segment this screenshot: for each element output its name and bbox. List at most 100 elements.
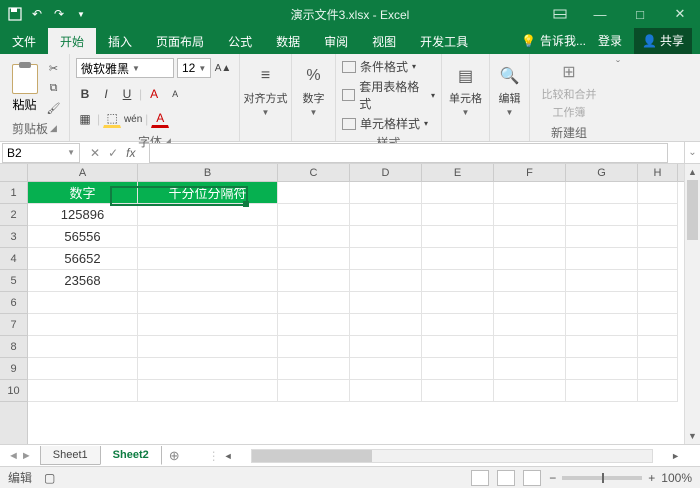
row-header-8[interactable]: 8 <box>0 336 27 358</box>
number-format-button[interactable]: %数字▼ <box>293 62 335 119</box>
row-header-7[interactable]: 7 <box>0 314 27 336</box>
conditional-format-button[interactable]: 条件格式 ▾ <box>342 58 435 75</box>
cell-F6[interactable] <box>494 292 566 314</box>
format-table-button[interactable]: 套用表格格式 ▾ <box>342 78 435 112</box>
cancel-formula-icon[interactable]: ✕ <box>90 146 100 160</box>
cell-H2[interactable] <box>638 204 678 226</box>
scroll-left-icon[interactable]: ◄ <box>224 451 233 461</box>
cell-C10[interactable] <box>278 380 350 402</box>
cell-G9[interactable] <box>566 358 638 380</box>
tab-formulas[interactable]: 公式 <box>216 28 264 54</box>
undo-icon[interactable]: ↶ <box>28 5 46 23</box>
cell-H3[interactable] <box>638 226 678 248</box>
vertical-scrollbar[interactable]: ▲ ▼ <box>684 164 700 444</box>
cell-H4[interactable] <box>638 248 678 270</box>
cell-F7[interactable] <box>494 314 566 336</box>
col-header-C[interactable]: C <box>278 164 350 181</box>
cell-G2[interactable] <box>566 204 638 226</box>
row-header-10[interactable]: 10 <box>0 380 27 402</box>
cell-B10[interactable] <box>138 380 278 402</box>
cell-C5[interactable] <box>278 270 350 292</box>
cell-A10[interactable] <box>28 380 138 402</box>
tab-layout[interactable]: 页面布局 <box>144 28 216 54</box>
format-painter-icon[interactable]: 🖌 <box>46 100 62 116</box>
scroll-down-icon[interactable]: ▼ <box>685 428 700 444</box>
name-box[interactable]: B2▼ <box>2 143 80 163</box>
cell-D7[interactable] <box>350 314 422 336</box>
cell-B1[interactable]: 千分位分隔符 <box>138 182 278 204</box>
minimize-icon[interactable]: ― <box>580 0 620 28</box>
cell-E4[interactable] <box>422 248 494 270</box>
phonetic-icon[interactable]: wén <box>124 110 142 128</box>
cell-A9[interactable] <box>28 358 138 380</box>
qat-customize-icon[interactable]: ▼ <box>72 5 90 23</box>
row-header-4[interactable]: 4 <box>0 248 27 270</box>
share-button[interactable]: 👤 共享 <box>634 27 692 54</box>
sheet-nav-prev-icon[interactable]: ◄ <box>8 450 19 462</box>
alignment-button[interactable]: ≡对齐方式▼ <box>240 62 292 119</box>
cell-G4[interactable] <box>566 248 638 270</box>
cell-G8[interactable] <box>566 336 638 358</box>
cell-F5[interactable] <box>494 270 566 292</box>
cell-E9[interactable] <box>422 358 494 380</box>
row-header-6[interactable]: 6 <box>0 292 27 314</box>
compare-merge-button[interactable]: ⊞比较和合并工作簿 <box>538 58 601 122</box>
cell-A7[interactable] <box>28 314 138 336</box>
close-icon[interactable]: ✕ <box>660 0 700 28</box>
tab-home[interactable]: 开始 <box>48 28 96 54</box>
col-header-E[interactable]: E <box>422 164 494 181</box>
cell-E7[interactable] <box>422 314 494 336</box>
cell-E10[interactable] <box>422 380 494 402</box>
tab-insert[interactable]: 插入 <box>96 28 144 54</box>
cell-B2[interactable] <box>138 204 278 226</box>
cell-C9[interactable] <box>278 358 350 380</box>
cell-B9[interactable] <box>138 358 278 380</box>
cell-H9[interactable] <box>638 358 678 380</box>
cell-B7[interactable] <box>138 314 278 336</box>
sheet-nav-next-icon[interactable]: ► <box>21 450 32 462</box>
cell-F1[interactable] <box>494 182 566 204</box>
tab-data[interactable]: 数据 <box>264 28 312 54</box>
page-layout-view-icon[interactable] <box>497 470 515 486</box>
add-sheet-icon[interactable]: ⊕ <box>161 445 188 467</box>
cell-C6[interactable] <box>278 292 350 314</box>
sheet-tab-1[interactable]: Sheet1 <box>40 446 101 465</box>
cell-E1[interactable] <box>422 182 494 204</box>
tab-review[interactable]: 审阅 <box>312 28 360 54</box>
cell-E8[interactable] <box>422 336 494 358</box>
cell-A2[interactable]: 125896 <box>28 204 138 226</box>
font-name-combo[interactable]: 微软雅黑▼ <box>76 58 174 78</box>
zoom-slider[interactable] <box>562 476 642 480</box>
cell-F3[interactable] <box>494 226 566 248</box>
scroll-right-icon[interactable]: ► <box>671 451 680 461</box>
cell-B4[interactable] <box>138 248 278 270</box>
cell-D6[interactable] <box>350 292 422 314</box>
cell-C2[interactable] <box>278 204 350 226</box>
vscroll-thumb[interactable] <box>687 180 698 240</box>
font-size-combo[interactable]: 12▼ <box>177 58 211 78</box>
border-icon[interactable]: ▦ <box>76 110 94 128</box>
cell-F10[interactable] <box>494 380 566 402</box>
cell-G6[interactable] <box>566 292 638 314</box>
clipboard-launcher-icon[interactable]: ◢ <box>50 123 57 134</box>
cell-G1[interactable] <box>566 182 638 204</box>
cell-A5[interactable]: 23568 <box>28 270 138 292</box>
col-header-A[interactable]: A <box>28 164 138 181</box>
sheet-tab-2[interactable]: Sheet2 <box>100 446 162 465</box>
cell-G3[interactable] <box>566 226 638 248</box>
page-break-view-icon[interactable] <box>523 470 541 486</box>
macro-record-icon[interactable]: ▢ <box>44 471 55 485</box>
cell-C3[interactable] <box>278 226 350 248</box>
maximize-icon[interactable]: □ <box>620 0 660 28</box>
redo-icon[interactable]: ↷ <box>50 5 68 23</box>
select-all-corner[interactable] <box>0 164 28 182</box>
hscroll-thumb[interactable] <box>252 450 372 462</box>
fill-color-icon[interactable]: ⬚ <box>103 110 121 128</box>
cell-A4[interactable]: 56652 <box>28 248 138 270</box>
font-color-icon[interactable]: A <box>151 110 169 128</box>
cell-H8[interactable] <box>638 336 678 358</box>
cell-H6[interactable] <box>638 292 678 314</box>
cell-A3[interactable]: 56556 <box>28 226 138 248</box>
tellme-icon[interactable]: 💡 <box>521 34 536 48</box>
col-header-F[interactable]: F <box>494 164 566 181</box>
